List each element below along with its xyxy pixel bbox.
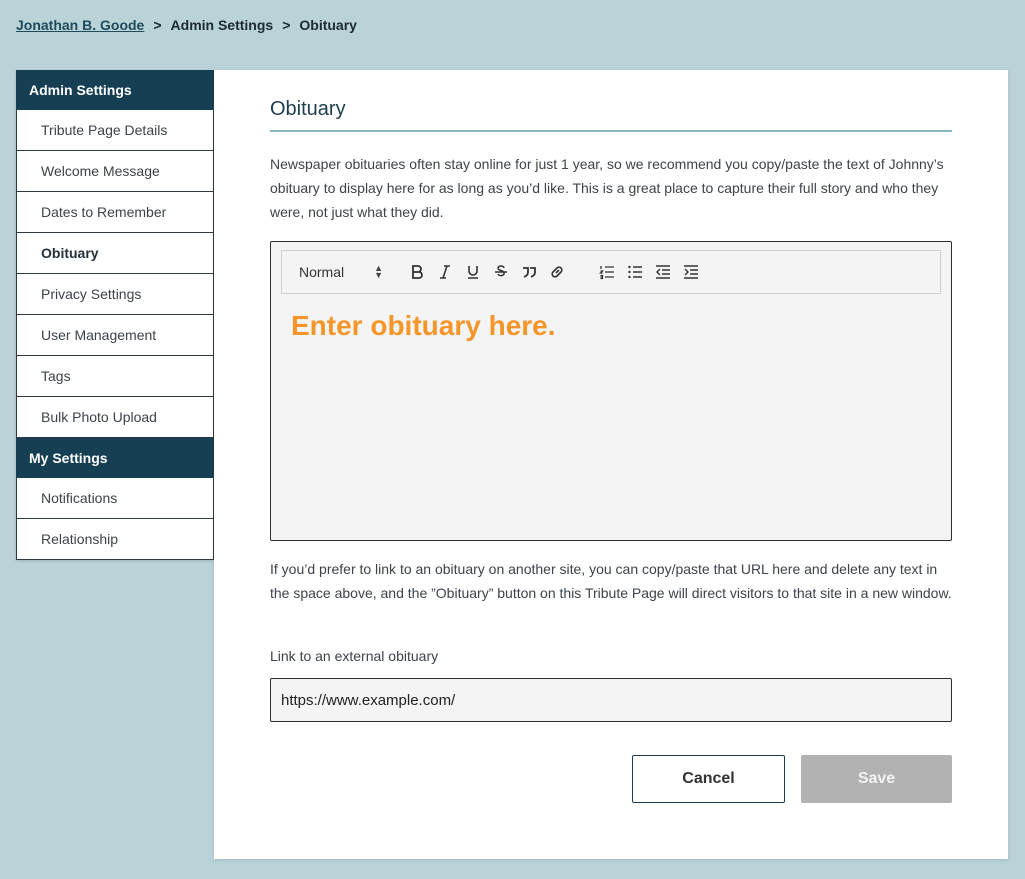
indent-icon	[684, 265, 698, 279]
blockquote-icon	[523, 267, 536, 278]
external-obituary-url-input[interactable]	[270, 678, 952, 722]
cancel-button[interactable]: Cancel	[632, 755, 785, 803]
format-select[interactable]: Normal ▲ ▼	[299, 263, 383, 281]
sidebar-item-tags[interactable]: Tags	[16, 356, 214, 397]
sidebar-item-relationship[interactable]: Relationship	[16, 519, 214, 560]
sidebar-item-bulk-photo-upload[interactable]: Bulk Photo Upload	[16, 397, 214, 438]
bullet-list-button[interactable]	[621, 258, 649, 286]
outdent-icon	[656, 265, 670, 279]
italic-button[interactable]	[431, 258, 459, 286]
sidebar-item-dates-to-remember[interactable]: Dates to Remember	[16, 192, 214, 233]
sidebar-heading-my-settings: My Settings	[16, 438, 214, 478]
breadcrumb-current: Obituary	[299, 17, 357, 33]
sidebar-item-privacy-settings[interactable]: Privacy Settings	[16, 274, 214, 315]
sidebar-heading-admin: Admin Settings	[16, 70, 214, 110]
link-button[interactable]	[543, 258, 571, 286]
underline-button[interactable]	[459, 258, 487, 286]
ordered-list-button[interactable]	[593, 258, 621, 286]
editor-placeholder: Enter obituary here.	[291, 310, 556, 341]
external-link-label: Link to an external obituary	[270, 648, 439, 664]
obituary-editor[interactable]: Normal ▲ ▼ Enter obituary here.	[270, 241, 952, 541]
sidebar-item-notifications[interactable]: Notifications	[16, 478, 214, 519]
external-link-note: If you’d prefer to link to an obituary o…	[270, 561, 952, 601]
underline-icon	[468, 266, 478, 279]
breadcrumb-separator: >	[153, 17, 162, 33]
indent-button[interactable]	[677, 258, 705, 286]
outdent-button[interactable]	[649, 258, 677, 286]
strikethrough-icon	[495, 265, 507, 277]
save-button[interactable]: Save	[801, 755, 952, 803]
obituary-panel: Obituary Newspaper obituaries often stay…	[214, 70, 1008, 859]
bold-button[interactable]	[403, 258, 431, 286]
format-select-value: Normal	[299, 264, 345, 280]
sidebar-item-welcome-message[interactable]: Welcome Message	[16, 151, 214, 192]
breadcrumb-section: Admin Settings	[170, 17, 274, 33]
ordered-list-icon	[599, 266, 614, 280]
page-title: Obituary	[270, 98, 952, 132]
breadcrumb: Jonathan B. Goode > Admin Settings > Obi…	[16, 16, 357, 34]
intro-text: Newspaper obituaries often stay online f…	[270, 156, 944, 220]
sidebar-item-user-management[interactable]: User Management	[16, 315, 214, 356]
settings-sidebar: Admin Settings Tribute Page Details Welc…	[16, 70, 214, 560]
link-icon	[551, 266, 563, 278]
bold-icon	[412, 265, 423, 279]
editor-toolbar: Normal ▲ ▼	[281, 250, 941, 294]
breadcrumb-user-link[interactable]: Jonathan B. Goode	[16, 16, 144, 34]
italic-icon	[440, 265, 450, 279]
sidebar-item-tribute-page-details[interactable]: Tribute Page Details	[16, 110, 214, 151]
bullet-list-icon	[628, 265, 642, 279]
strikethrough-button[interactable]	[487, 258, 515, 286]
sidebar-item-obituary[interactable]: Obituary	[16, 233, 214, 274]
blockquote-button[interactable]	[515, 258, 543, 286]
select-arrows-icon: ▲ ▼	[374, 263, 383, 280]
breadcrumb-separator: >	[282, 17, 291, 33]
